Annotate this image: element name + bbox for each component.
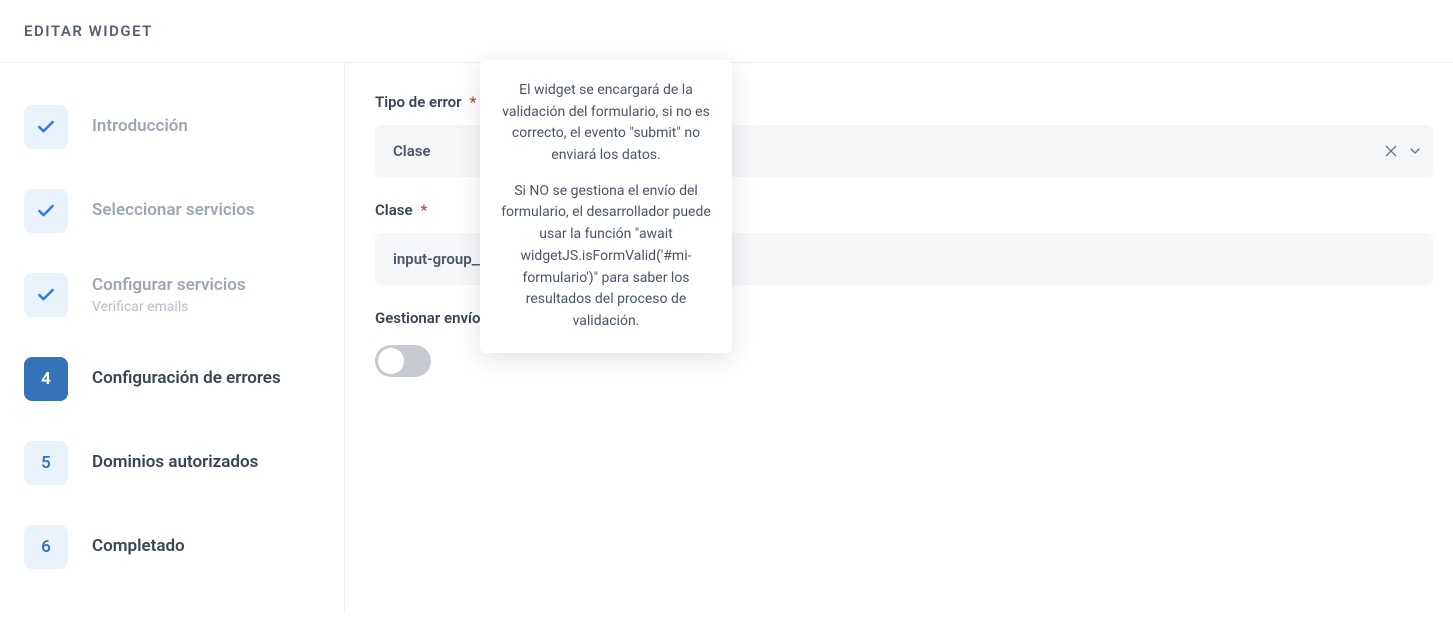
step-authorized-domains[interactable]: 5 Dominios autorizados [24, 429, 324, 497]
required-marker: * [421, 201, 428, 219]
step-label: Dominios autorizados [92, 452, 258, 473]
step-error-configuration[interactable]: 4 Configuración de errores [24, 345, 324, 413]
page-title: EDITAR WIDGET [24, 22, 1429, 40]
select-value: Clase [393, 142, 431, 160]
field-label-text: Clase [375, 201, 413, 219]
field-label-text: Tipo de error [375, 93, 462, 111]
step-sublabel: Verificar emails [92, 299, 246, 315]
step-number: 4 [24, 357, 68, 401]
step-label: Introducción [92, 116, 188, 137]
help-tooltip: El widget se encargará de la validación … [480, 60, 732, 353]
step-label: Configuración de errores [92, 368, 281, 389]
step-configure-services[interactable]: Configurar servicios Verificar emails [24, 261, 324, 329]
tooltip-paragraph: Si NO se gestiona el envío del formulari… [496, 181, 716, 333]
clear-icon[interactable] [1383, 143, 1399, 159]
page-body: Introducción Seleccionar servicios Confi… [0, 63, 1453, 613]
chevron-down-icon[interactable] [1407, 143, 1423, 159]
wizard-sidebar: Introducción Seleccionar servicios Confi… [0, 63, 345, 613]
tooltip-paragraph: El widget se encargará de la validación … [496, 80, 716, 167]
check-icon [24, 273, 68, 317]
step-number: 6 [24, 525, 68, 569]
form-panel: El widget se encargará de la validación … [345, 63, 1453, 613]
check-icon [24, 105, 68, 149]
step-select-services[interactable]: Seleccionar servicios [24, 177, 324, 245]
step-label: Configurar servicios [92, 275, 246, 296]
step-completed[interactable]: 6 Completado [24, 513, 324, 581]
page-header: EDITAR WIDGET [0, 0, 1453, 63]
step-label: Seleccionar servicios [92, 200, 255, 221]
toggle-knob [378, 348, 404, 374]
step-number: 5 [24, 441, 68, 485]
required-marker: * [470, 93, 477, 111]
check-icon [24, 189, 68, 233]
step-introduction[interactable]: Introducción [24, 93, 324, 161]
step-label: Completado [92, 536, 185, 557]
manage-submit-toggle[interactable] [375, 345, 431, 377]
